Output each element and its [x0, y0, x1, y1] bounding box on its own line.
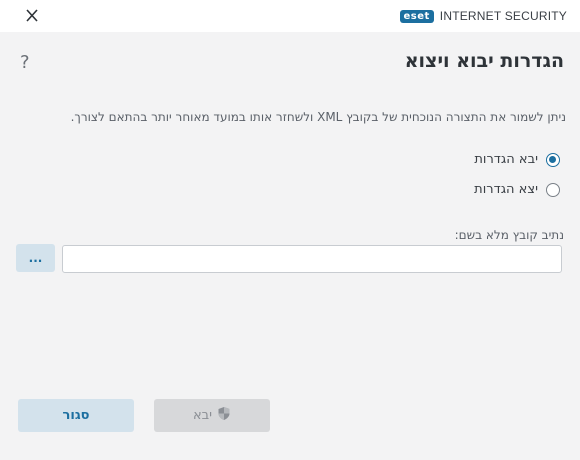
dialog-title: הגדרות יבוא ויצוא: [404, 50, 564, 72]
brand: eset INTERNET SECURITY: [399, 7, 568, 25]
help-button[interactable]: ?: [20, 52, 30, 73]
browse-button[interactable]: ...: [16, 244, 55, 272]
radio-export-settings[interactable]: יצא הגדרות: [474, 182, 560, 197]
brand-name: INTERNET SECURITY: [439, 9, 567, 23]
title-bar: eset INTERNET SECURITY: [0, 0, 580, 32]
close-button-label: סגור: [62, 408, 90, 423]
eset-logo: eset: [399, 9, 434, 23]
import-button-label: יבא: [192, 408, 213, 423]
radio-import-settings[interactable]: יבא הגדרות: [474, 152, 560, 167]
radio-import-label: יבא הגדרות: [474, 152, 538, 167]
shield-icon: [217, 406, 231, 425]
close-icon[interactable]: [22, 7, 42, 25]
close-button[interactable]: סגור: [18, 399, 134, 432]
radio-export-label: יצא הגדרות: [474, 182, 538, 197]
import-button[interactable]: יבא: [154, 399, 270, 432]
radio-selected-icon[interactable]: [546, 152, 560, 167]
radio-unselected-icon[interactable]: [546, 182, 560, 197]
file-path-input[interactable]: [62, 245, 562, 273]
dialog-description: ניתן לשמור את התצורה הנוכחית של בקובץ XM…: [70, 110, 566, 124]
file-path-label: נתיב קובץ מלא בשם:: [454, 228, 564, 242]
